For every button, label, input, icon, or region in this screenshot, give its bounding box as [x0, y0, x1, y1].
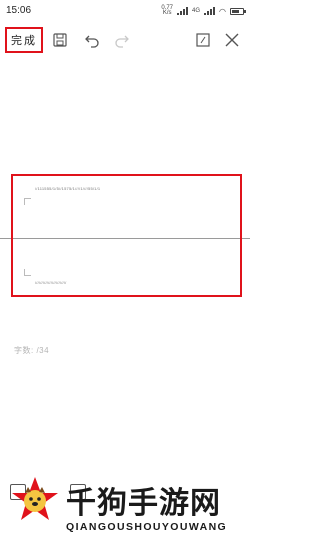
done-button[interactable]: 完成	[5, 27, 43, 53]
status-bar: 15:06 0.77 K/s 4G ◠	[0, 0, 250, 22]
network-speed: 0.77 K/s	[161, 5, 173, 16]
editor-text-line-2: ////////////////////////	[35, 280, 67, 285]
word-count: 字数: /34	[14, 346, 50, 355]
dog-logo-icon	[12, 477, 58, 520]
network-type: 4G	[192, 8, 201, 14]
status-indicators: 0.77 K/s 4G ◠	[161, 5, 246, 16]
network-speed-unit: K/s	[162, 10, 172, 16]
signal-icon-2	[204, 7, 216, 15]
editor-area[interactable]: //111555/1/5//1575/1////1////55/1/1 ////…	[11, 174, 242, 297]
battery-level	[232, 9, 239, 13]
watermark: 千狗手游网 QIANGOUSHOUYOUWANG	[0, 472, 250, 542]
status-time: 15:06	[6, 5, 32, 16]
redo-icon[interactable]	[112, 30, 132, 50]
wifi-icon: ◠	[219, 6, 226, 16]
close-icon[interactable]	[222, 30, 242, 50]
editor-toolbar: 完成	[0, 24, 250, 58]
watermark-title: 千狗手游网	[66, 486, 221, 521]
save-icon[interactable]	[50, 30, 70, 50]
watermark-subtitle: QIANGOUSHOUYOUWANG	[66, 521, 228, 533]
selection-corner-top	[24, 198, 31, 205]
edit-icon[interactable]	[193, 30, 213, 50]
editor-text-line-1: //111555/1/5//1575/1////1////55/1/1	[35, 186, 101, 191]
selection-corner-bottom	[24, 269, 31, 276]
signal-icon	[177, 7, 188, 15]
undo-icon[interactable]	[82, 30, 102, 50]
battery-icon	[230, 7, 246, 15]
